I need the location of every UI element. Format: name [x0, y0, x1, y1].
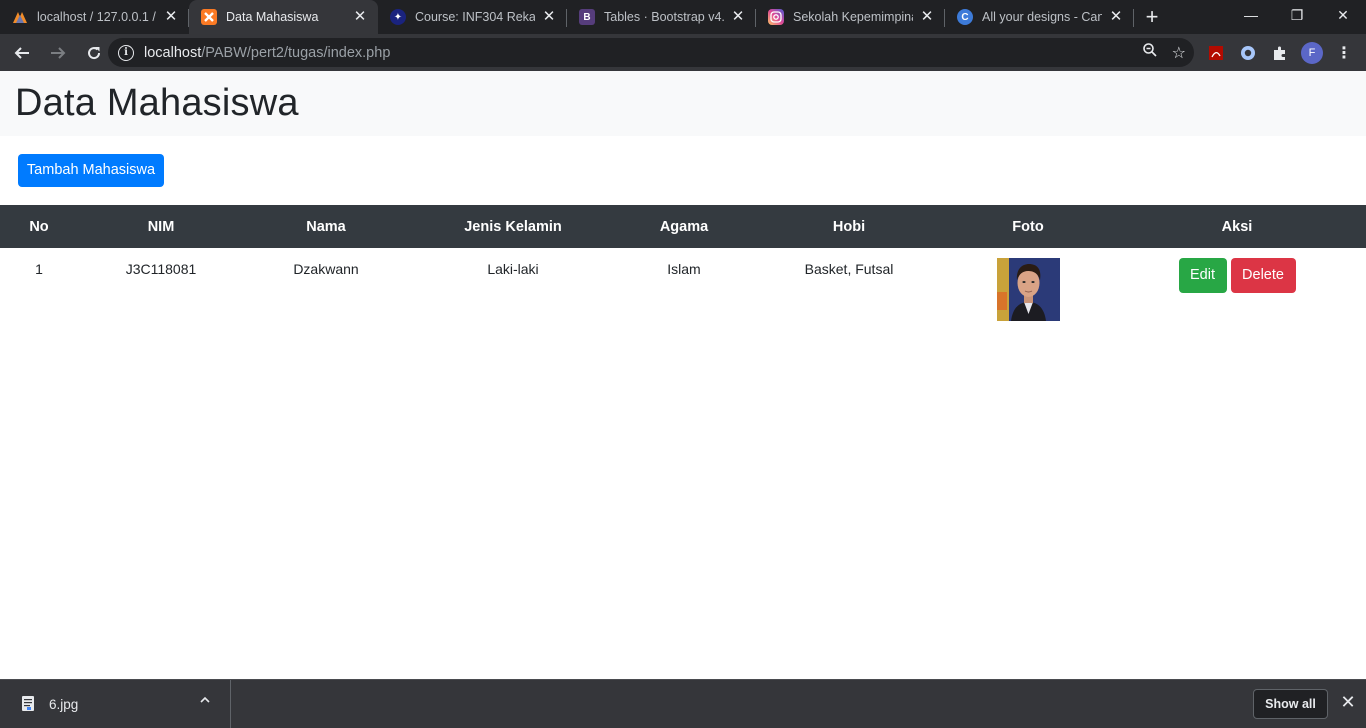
url-path: /PABW/pert2/tugas/index.php	[201, 44, 391, 61]
browser-toolbar: i localhost/PABW/pert2/tugas/index.php ☆…	[0, 34, 1366, 71]
chevron-up-icon[interactable]	[199, 693, 211, 709]
tab-title: Tables · Bootstrap v4.5	[604, 10, 724, 24]
profile-initial: F	[1301, 41, 1323, 64]
zoom-icon[interactable]	[1142, 42, 1158, 63]
close-icon[interactable]: ✕	[352, 9, 368, 25]
window-controls: — ❐ ✕	[1228, 0, 1366, 34]
extensions-puzzle-icon[interactable]	[1270, 34, 1290, 71]
xampp-icon	[201, 9, 217, 25]
cell-aksi: Edit Delete	[1108, 248, 1366, 334]
tab-separator	[1133, 9, 1134, 27]
menu-kebab-icon[interactable]: ⋮	[1334, 34, 1354, 71]
pdf-extension-icon[interactable]	[1206, 34, 1226, 71]
header-nama: Nama	[306, 218, 346, 235]
tab-title: localhost / 127.0.0.1 / phpMyAdmin	[37, 10, 157, 24]
file-icon	[22, 696, 34, 711]
table-header-row: No NIM Nama Jenis Kelamin Agama Hobi Fot…	[0, 205, 1366, 248]
address-bar[interactable]: i localhost/PABW/pert2/tugas/index.php ☆	[108, 38, 1194, 67]
bootstrap-icon: B	[579, 9, 595, 25]
restore-icon[interactable]: ❐	[1274, 0, 1320, 30]
tab-title: Sekolah Kepemimpinan	[793, 10, 913, 24]
tab-title: Data Mahasiswa	[226, 10, 319, 24]
header-aksi: Aksi	[1221, 218, 1253, 235]
cell-jenis-kelamin: Laki-laki	[487, 261, 539, 277]
student-photo	[996, 258, 1060, 321]
table-row: 1 J3C118081 Dzakwann Laki-laki Islam Bas…	[0, 248, 1366, 334]
cell-agama: Islam	[667, 261, 701, 277]
close-icon[interactable]: ✕	[1338, 692, 1358, 712]
header-no: No	[29, 218, 49, 235]
page-header: Data Mahasiswa	[0, 71, 1366, 136]
close-icon[interactable]: ✕	[541, 9, 557, 25]
tab-course[interactable]: ✦ Course: INF304 Rekayasa ✕	[378, 0, 567, 34]
tab-phpmyadmin[interactable]: localhost / 127.0.0.1 / phpMyAdmin ✕	[0, 0, 189, 34]
new-tab-button[interactable]: +	[1134, 0, 1170, 34]
header-agama: Agama	[659, 218, 709, 235]
reload-icon[interactable]	[78, 37, 110, 69]
close-icon[interactable]: ✕	[163, 9, 179, 25]
extension-drop-icon[interactable]	[1238, 34, 1258, 71]
close-icon[interactable]: ✕	[730, 9, 746, 25]
header-jenis-kelamin: Jenis Kelamin	[464, 218, 562, 235]
tab-bootstrap[interactable]: B Tables · Bootstrap v4.5 ✕	[567, 0, 756, 34]
download-bar: 6.jpg Show all ✕	[0, 679, 1366, 728]
instagram-icon	[768, 9, 784, 25]
cell-no: 1	[35, 261, 43, 277]
download-item[interactable]: 6.jpg	[0, 680, 231, 728]
cell-nama: Dzakwann	[293, 261, 359, 277]
show-all-button[interactable]: Show all	[1253, 689, 1328, 719]
header-nim: NIM	[147, 218, 175, 235]
minimize-icon[interactable]: —	[1228, 0, 1274, 30]
bookmark-star-icon[interactable]: ☆	[1172, 43, 1186, 63]
tab-instagram[interactable]: Sekolah Kepemimpinan ✕	[756, 0, 945, 34]
edit-button[interactable]: Edit	[1178, 258, 1227, 293]
tab-canva[interactable]: C All your designs - Canva ✕	[945, 0, 1134, 34]
forward-icon[interactable]	[42, 37, 74, 69]
student-table: No NIM Nama Jenis Kelamin Agama Hobi Fot…	[0, 205, 1366, 334]
ipb-icon: ✦	[390, 9, 406, 25]
page-viewport: Data Mahasiswa Tambah Mahasiswa No NIM N…	[0, 71, 1366, 679]
cell-foto	[948, 248, 1108, 334]
tab-data-mahasiswa[interactable]: Data Mahasiswa ✕	[189, 0, 378, 34]
page-title: Data Mahasiswa	[15, 82, 299, 124]
phpmyadmin-icon	[12, 9, 28, 25]
close-icon[interactable]: ✕	[919, 9, 935, 25]
cell-hobi: Basket, Futsal	[804, 261, 894, 277]
tab-title: All your designs - Canva	[982, 10, 1102, 24]
add-student-button[interactable]: Tambah Mahasiswa	[18, 154, 164, 187]
tab-strip: localhost / 127.0.0.1 / phpMyAdmin ✕ Dat…	[0, 0, 1366, 34]
url-host: localhost	[144, 44, 202, 61]
close-icon[interactable]: ✕	[1108, 9, 1124, 25]
download-file-name: 6.jpg	[49, 697, 79, 712]
delete-button[interactable]: Delete	[1230, 258, 1296, 293]
back-icon[interactable]	[6, 37, 38, 69]
header-foto: Foto	[1012, 218, 1044, 235]
close-window-icon[interactable]: ✕	[1320, 0, 1366, 30]
tab-title: Course: INF304 Rekayasa	[415, 10, 535, 24]
header-hobi: Hobi	[832, 218, 866, 235]
info-icon[interactable]: i	[118, 44, 134, 61]
canva-icon: C	[957, 9, 973, 25]
cell-nim: J3C118081	[125, 261, 197, 277]
profile-avatar[interactable]: F	[1301, 34, 1323, 71]
